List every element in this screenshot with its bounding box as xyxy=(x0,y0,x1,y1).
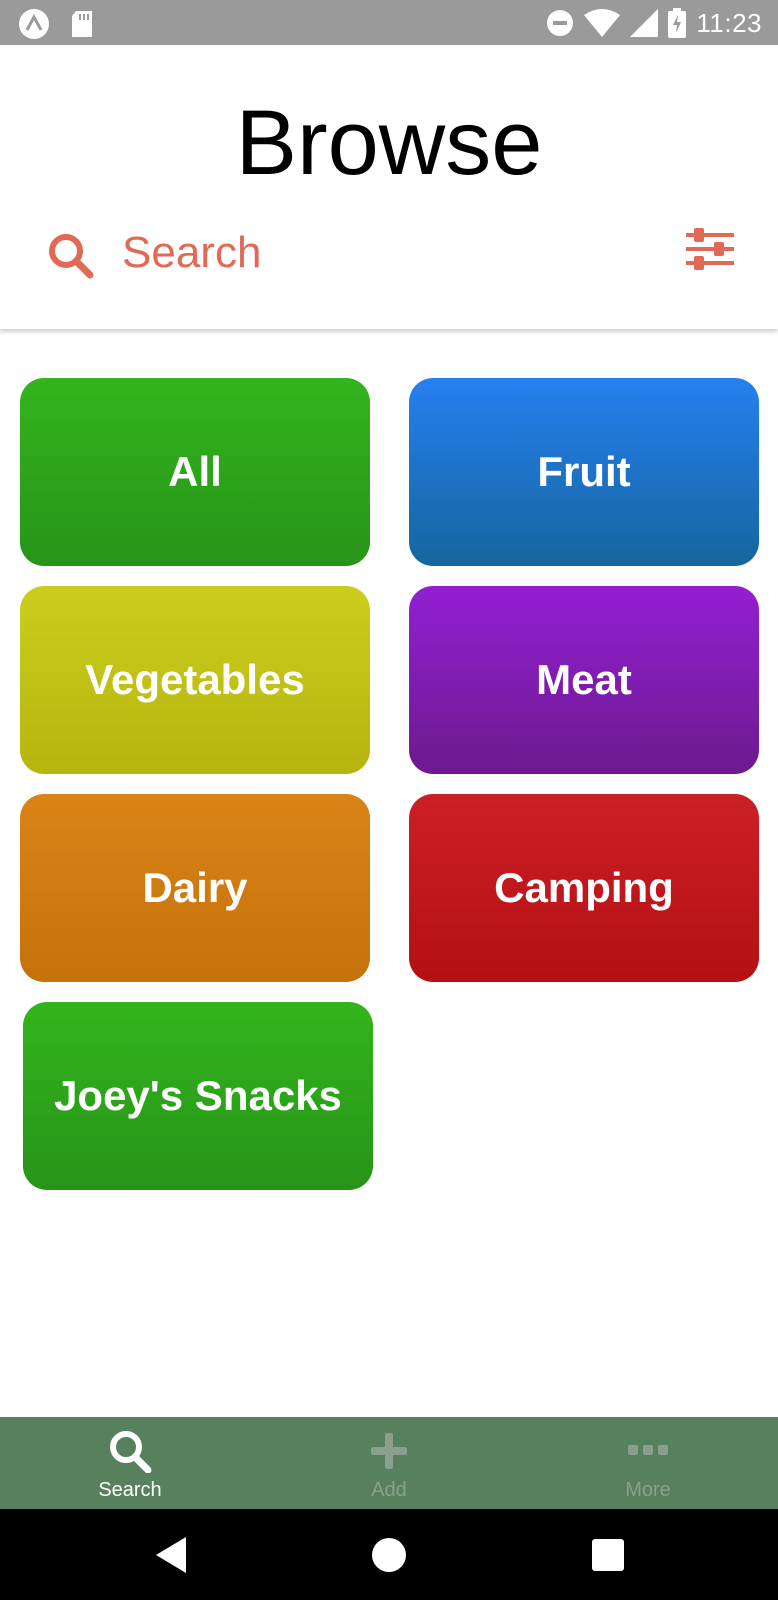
search-icon xyxy=(110,1431,152,1473)
page-title: Browse xyxy=(235,92,543,194)
search-input[interactable] xyxy=(122,225,642,281)
do-not-disturb-icon xyxy=(547,10,574,36)
category-tile-dairy[interactable]: Dairy xyxy=(20,794,370,982)
category-tile-camping[interactable]: Camping xyxy=(409,794,759,982)
category-tile-joeys-snacks[interactable]: Joey's Snacks xyxy=(23,1002,373,1190)
status-time: 11:23 xyxy=(696,7,762,38)
sliders-icon[interactable] xyxy=(684,225,736,277)
category-tile-vegetables[interactable]: Vegetables xyxy=(20,586,370,774)
tab-bar: Search Add More xyxy=(0,1417,778,1509)
expo-icon xyxy=(19,9,49,39)
category-label: Meat xyxy=(536,656,632,703)
system-nav-bar xyxy=(0,1509,778,1600)
tab-label: Search xyxy=(98,1479,162,1501)
category-label: Fruit xyxy=(537,448,631,495)
tab-search[interactable]: Search xyxy=(0,1417,260,1509)
category-tile-fruit[interactable]: Fruit xyxy=(409,378,759,566)
home-icon[interactable] xyxy=(367,1533,411,1577)
category-tile-all[interactable]: All xyxy=(20,378,370,566)
more-icon xyxy=(628,1445,668,1455)
tab-label: More xyxy=(625,1479,671,1501)
back-icon[interactable] xyxy=(148,1533,192,1577)
search-icon xyxy=(49,234,94,279)
cell-signal-icon xyxy=(630,9,659,37)
category-label: Dairy xyxy=(142,864,248,911)
status-bar: 11:23 xyxy=(0,0,778,45)
battery-charging-icon xyxy=(668,8,687,38)
category-label: All xyxy=(168,448,222,495)
category-label: Camping xyxy=(494,864,674,911)
tab-more[interactable]: More xyxy=(518,1417,778,1509)
header: Browse xyxy=(0,45,778,329)
plus-icon xyxy=(371,1433,407,1469)
tab-add[interactable]: Add xyxy=(259,1417,519,1509)
search-bar xyxy=(46,223,736,283)
sd-card-icon xyxy=(72,11,92,37)
category-label: Vegetables xyxy=(85,656,305,703)
wifi-icon xyxy=(584,9,621,37)
category-label: Joey's Snacks xyxy=(54,1072,342,1119)
recents-icon[interactable] xyxy=(586,1533,630,1577)
category-tile-meat[interactable]: Meat xyxy=(409,586,759,774)
tab-label: Add xyxy=(371,1479,407,1501)
